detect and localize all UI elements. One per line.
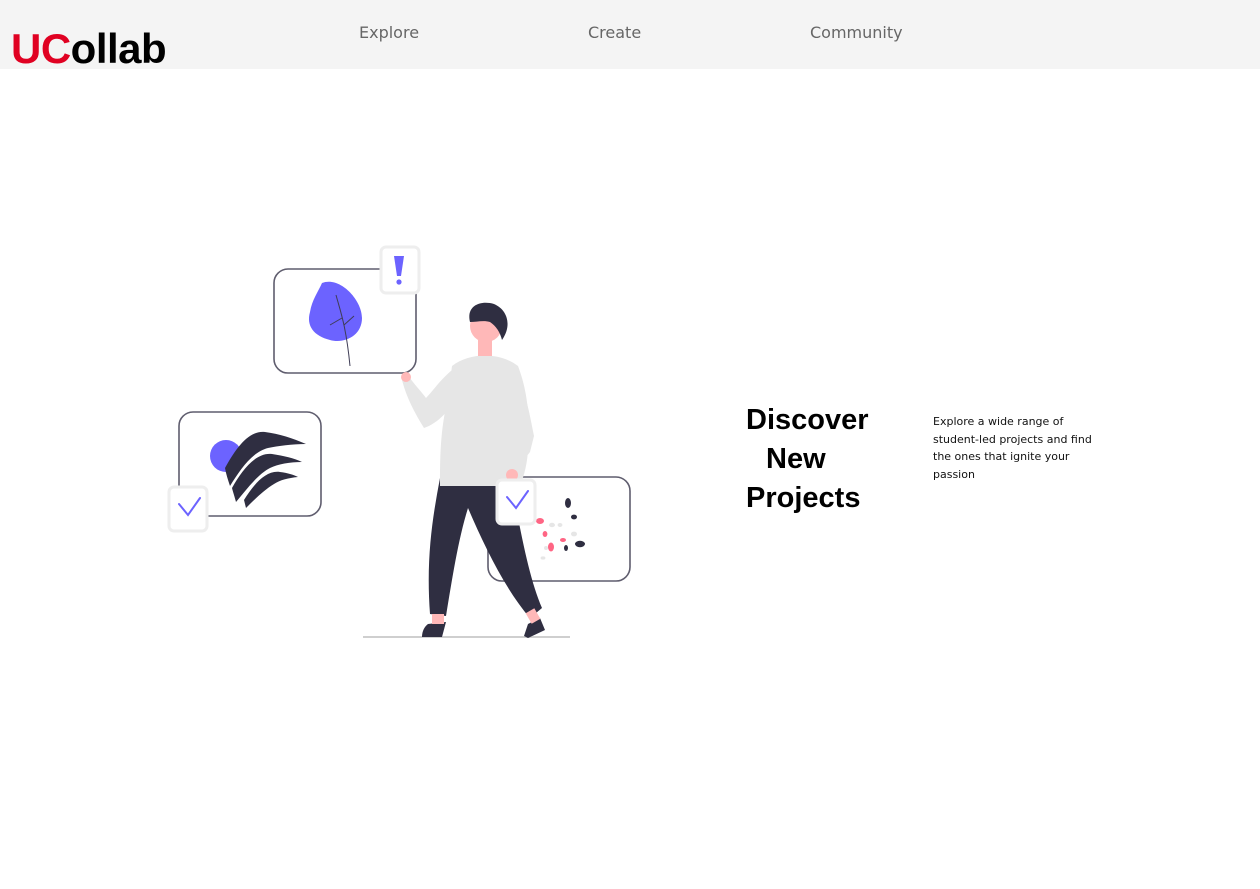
hero-title: Discover New Projects [746,401,906,518]
person-figure [401,302,545,638]
check-icon [167,485,209,533]
logo-rest-text: ollab [70,25,167,72]
nav-create-link[interactable]: Create [588,22,641,44]
ucollab-logo[interactable]: UCollab [11,25,167,72]
nav-community-link[interactable]: Community [810,22,903,44]
top-navigation-bar: UCollab Explore Create Community [0,0,1260,72]
check-note-icon [495,478,537,526]
hero-description: Explore a wide range of student-led proj… [933,415,1092,481]
logo-uc-text: UC [11,25,71,72]
hero-title-line-1: Discover [746,404,869,436]
exclamation-icon [379,245,421,295]
nav-explore-link[interactable]: Explore [359,22,419,44]
hero-title-line-2: New [766,443,826,475]
hero-illustration [167,245,631,638]
hero-title-line-3: Projects [746,482,861,514]
